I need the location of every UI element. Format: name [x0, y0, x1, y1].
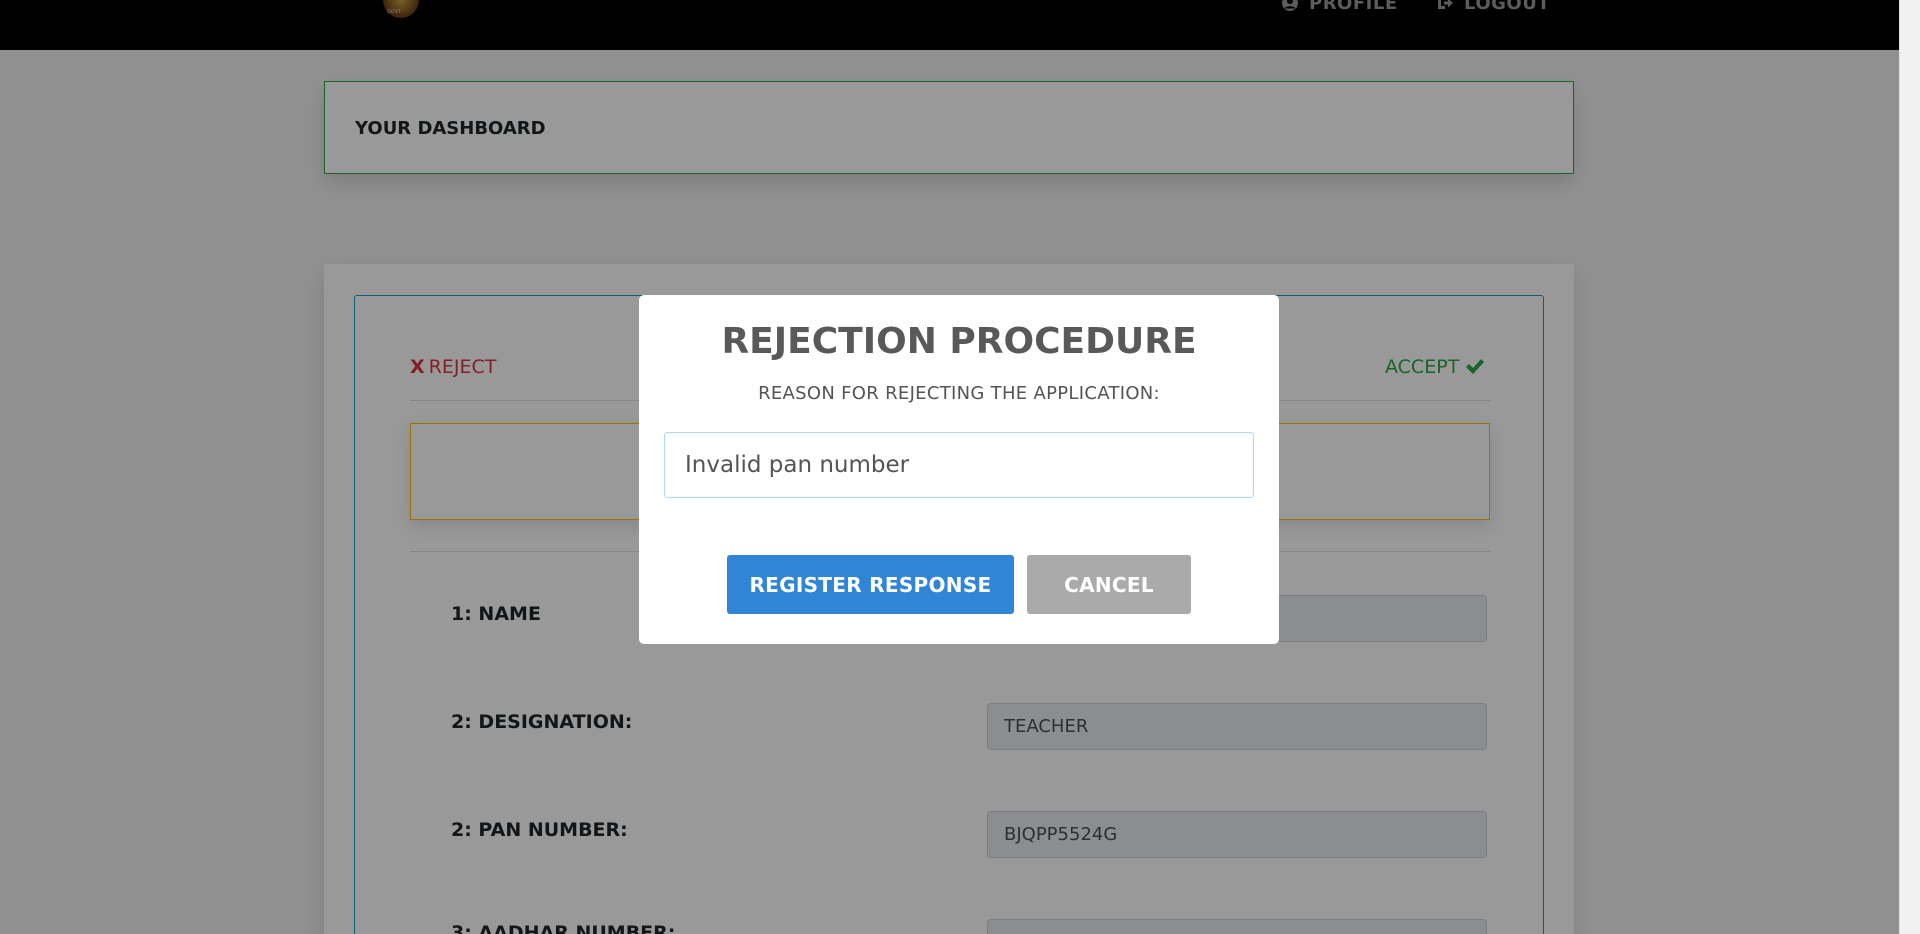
- modal-title: REJECTION PROCEDURE: [721, 321, 1197, 362]
- cancel-button[interactable]: CANCEL: [1027, 555, 1191, 614]
- vertical-scrollbar[interactable]: [1899, 0, 1920, 934]
- register-response-button[interactable]: REGISTER RESPONSE: [727, 555, 1014, 614]
- modal-subtitle: REASON FOR REJECTING THE APPLICATION:: [758, 383, 1160, 404]
- rejection-modal: REJECTION PROCEDURE REASON FOR REJECTING…: [639, 295, 1279, 644]
- rejection-reason-input[interactable]: [664, 432, 1254, 498]
